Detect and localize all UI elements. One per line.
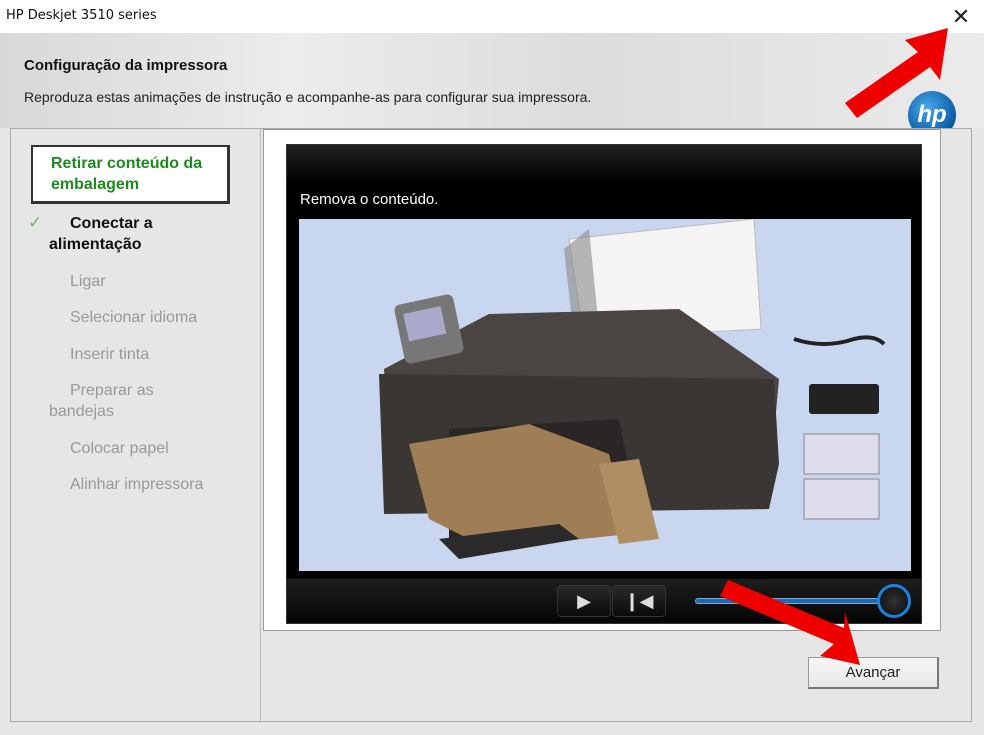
progress-slider[interactable]	[695, 598, 895, 604]
content-area: Remova o conteúdo. ▶ ❙◀	[263, 129, 941, 631]
video-caption: Remova o conteúdo.	[300, 191, 439, 208]
window-title: HP Deskjet 3510 series	[6, 8, 157, 23]
page-title: Configuração da impressora	[24, 57, 228, 74]
check-icon: ✓	[28, 213, 43, 232]
step: Inserir tinta	[70, 346, 150, 363]
video-controls: ▶ ❙◀	[287, 579, 921, 623]
title-bar: HP Deskjet 3510 series ✕	[0, 0, 984, 33]
restart-button[interactable]: ❙◀	[612, 585, 666, 617]
page-subtitle: Reproduza estas animações de instrução e…	[24, 89, 592, 105]
printer-animation	[299, 218, 911, 571]
main-panel: Retirar conteúdo da embalagem ✓ Conectar…	[10, 128, 972, 722]
step-current[interactable]: Retirar conteúdo da embalagem	[31, 145, 230, 204]
play-button[interactable]: ▶	[557, 585, 611, 617]
steps-nav: Retirar conteúdo da embalagem ✓ Conectar…	[11, 129, 261, 721]
close-icon[interactable]: ✕	[946, 2, 976, 32]
slider-knob[interactable]	[877, 584, 911, 618]
step-done[interactable]: Conectar a alimentação	[49, 213, 199, 255]
step: Selecionar idioma	[70, 309, 198, 326]
next-button[interactable]: Avançar	[808, 657, 939, 689]
step: Alinhar impressora	[70, 476, 204, 493]
header: Configuração da impressora Reproduza est…	[0, 33, 984, 139]
step: Colocar papel	[70, 440, 169, 457]
step: Preparar as bandejas	[49, 382, 154, 420]
video-player: Remova o conteúdo. ▶ ❙◀	[286, 144, 922, 624]
step: Ligar	[70, 273, 106, 290]
